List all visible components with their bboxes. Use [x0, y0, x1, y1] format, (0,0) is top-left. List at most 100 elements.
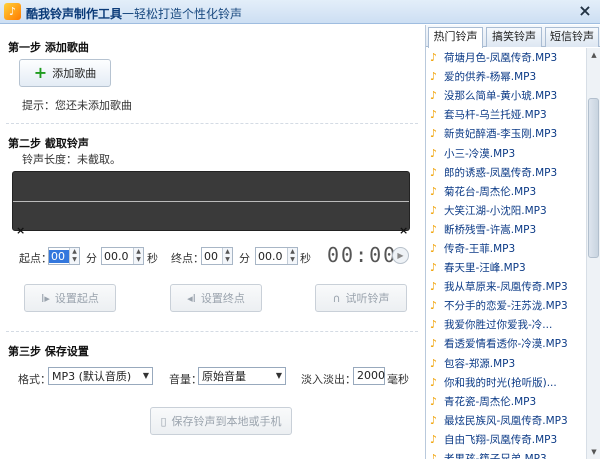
- scroll-thumb[interactable]: [588, 98, 599, 258]
- list-item[interactable]: ♪ 自由飞翔-凤凰传奇.MP3: [426, 430, 586, 449]
- ringtone-name: 郎的诱惑-凤凰传奇.MP3: [444, 166, 558, 179]
- music-note-icon: ♪: [430, 452, 438, 459]
- minute-unit: 分: [239, 252, 250, 265]
- list-item[interactable]: ♪ 我从草原来-凤凰传奇.MP3: [426, 277, 586, 296]
- music-note-icon: ♪: [430, 432, 438, 446]
- list-item[interactable]: ♪ 套马杆-乌兰托娅.MP3: [426, 105, 586, 124]
- end-second-stepper[interactable]: 00.0 ▲ ▼: [255, 247, 298, 265]
- end-minute-stepper[interactable]: 00 ▲ ▼: [201, 247, 233, 265]
- stepper-arrows-icon[interactable]: ▲ ▼: [133, 248, 143, 264]
- fade-unit: 毫秒: [387, 373, 409, 386]
- list-item[interactable]: ♪ 老男孩-筷子兄弟.MP3: [426, 449, 586, 459]
- hint-text: 提示：您还未添加歌曲: [22, 99, 132, 112]
- step1-title: 第一步 添加歌曲: [8, 41, 89, 54]
- plus-icon: +: [33, 63, 48, 82]
- music-note-icon: ♪: [430, 146, 438, 160]
- tab-sms[interactable]: 短信铃声: [545, 27, 599, 47]
- list-item[interactable]: ♪ 小三-冷漠.MP3: [426, 143, 586, 162]
- ringtone-name: 大笑江湖-小沈阳.MP3: [444, 204, 547, 217]
- list-item[interactable]: ♪ 青花瓷-周杰伦.MP3: [426, 392, 586, 411]
- end-second-value[interactable]: 00.0: [256, 250, 287, 263]
- stepper-arrows-icon[interactable]: ▲ ▼: [69, 248, 79, 264]
- list-item[interactable]: ♪ 不分手的恋爱-汪苏泷.MP3: [426, 296, 586, 315]
- list-item[interactable]: ♪ 荷塘月色-凤凰传奇.MP3: [426, 48, 586, 67]
- music-note-icon: ♪: [430, 394, 438, 408]
- ringtone-name: 最炫民族风-凤凰传奇.MP3: [444, 414, 568, 427]
- list-item[interactable]: ♪ 包容-郑源.MP3: [426, 354, 586, 373]
- list-item[interactable]: ♪ 菊花台-周杰伦.MP3: [426, 182, 586, 201]
- end-minute-value[interactable]: 00: [202, 250, 222, 263]
- fade-input[interactable]: 2000: [353, 367, 385, 385]
- list-item[interactable]: ♪ 断桥残雪-许嵩.MP3: [426, 220, 586, 239]
- start-second-stepper[interactable]: 00.0 ▲ ▼: [101, 247, 144, 265]
- ringtone-name: 老男孩-筷子兄弟.MP3: [444, 451, 547, 459]
- end-label: 终点：: [171, 252, 204, 265]
- add-song-button[interactable]: + 添加歌曲: [19, 59, 111, 87]
- second-unit: 秒: [147, 252, 158, 265]
- ringtone-library-panel: 热门铃声 搞笑铃声 短信铃声 ♪ 荷塘月色-凤凰传奇.MP3 ♪ 爱的供养-杨幂.MP…: [425, 25, 600, 459]
- music-note-icon: ♪: [430, 299, 438, 313]
- ringtone-length-label: 铃声长度：未截取。: [22, 153, 121, 166]
- list-item[interactable]: ♪ 春天里-汪峰.MP3: [426, 258, 586, 277]
- preview-button[interactable]: ∩ 试听铃声: [315, 284, 407, 312]
- volume-select[interactable]: 原始音量 ▼: [198, 367, 286, 385]
- ringtone-name: 青花瓷-周杰伦.MP3: [444, 395, 537, 408]
- music-note-icon: ♪: [430, 413, 438, 427]
- music-note-icon: ♪: [430, 127, 438, 141]
- end-marker-icon[interactable]: ×: [399, 224, 408, 237]
- list-item[interactable]: ♪ 你和我的时光(抢听版)...: [426, 373, 586, 392]
- set-start-button[interactable]: I▸ 设置起点: [24, 284, 116, 312]
- start-second-value[interactable]: 00.0: [102, 250, 133, 263]
- ringtone-name: 你和我的时光(抢听版)...: [444, 376, 557, 389]
- phone-icon: ▯: [160, 414, 167, 428]
- set-end-button[interactable]: ◂I 设置终点: [170, 284, 262, 312]
- music-note-icon: ♪: [430, 222, 438, 236]
- volume-value: 原始音量: [202, 370, 246, 383]
- list-item[interactable]: ♪ 我爱你胜过你爱我-冷...: [426, 315, 586, 334]
- format-select[interactable]: MP3 (默认音质) ▼: [48, 367, 153, 385]
- scroll-down-icon[interactable]: ▼: [588, 446, 600, 458]
- scrollbar[interactable]: ▲ ▼: [586, 48, 600, 459]
- music-note-icon: ♪: [430, 356, 438, 370]
- tab-funny[interactable]: 搞笑铃声: [486, 27, 542, 47]
- title-bar: ♪ 酷我铃声制作工具一轻松打造个性化铃声 ×: [0, 0, 600, 24]
- list-item[interactable]: ♪ 爱的供养-杨幂.MP3: [426, 67, 586, 86]
- list-item[interactable]: ♪ 传奇-王菲.MP3: [426, 239, 586, 258]
- list-item[interactable]: ♪ 最炫民族风-凤凰传奇.MP3: [426, 411, 586, 430]
- app-logo-icon: ♪: [4, 3, 21, 20]
- start-minute-stepper[interactable]: 00 ▲ ▼: [48, 247, 80, 265]
- stepper-arrows-icon[interactable]: ▲ ▼: [287, 248, 297, 264]
- divider: [6, 331, 418, 332]
- fade-label: 淡入淡出：: [301, 373, 356, 386]
- waveform-area[interactable]: [12, 171, 410, 231]
- stepper-arrows-icon[interactable]: ▲ ▼: [222, 248, 232, 264]
- start-marker-icon[interactable]: ×: [16, 224, 25, 237]
- music-note-icon: ♪: [430, 70, 438, 84]
- save-ringtone-button[interactable]: ▯ 保存铃声到本地或手机: [150, 407, 292, 435]
- ringtone-name: 套马杆-乌兰托娅.MP3: [444, 109, 547, 122]
- ringtone-name: 菊花台-周杰伦.MP3: [444, 185, 537, 198]
- chevron-down-icon: ▼: [142, 371, 149, 380]
- list-item[interactable]: ♪ 没那么简单-黄小琥.MP3: [426, 86, 586, 105]
- ringtone-name: 荷塘月色-凤凰传奇.MP3: [444, 52, 558, 65]
- start-minute-value[interactable]: 00: [49, 249, 69, 263]
- tab-hot[interactable]: 热门铃声: [428, 27, 483, 48]
- music-note-icon: ♪: [430, 184, 438, 198]
- ringtone-name: 传奇-王菲.MP3: [444, 242, 516, 255]
- waveform-baseline: [13, 201, 409, 202]
- close-icon[interactable]: ×: [576, 2, 594, 20]
- step3-title: 第三步 保存设置: [8, 345, 89, 358]
- scroll-up-icon[interactable]: ▲: [588, 49, 600, 61]
- list-item[interactable]: ♪ 新贵妃醉酒-李玉刚.MP3: [426, 124, 586, 143]
- second-unit: 秒: [300, 252, 311, 265]
- format-label: 格式：: [18, 373, 51, 386]
- list-item[interactable]: ♪ 郎的诱惑-凤凰传奇.MP3: [426, 163, 586, 182]
- list-item[interactable]: ♪ 看透爱情看透你-冷漠.MP3: [426, 334, 586, 353]
- ringtone-name: 新贵妃醉酒-李玉刚.MP3: [444, 128, 558, 141]
- list-item[interactable]: ♪ 大笑江湖-小沈阳.MP3: [426, 201, 586, 220]
- ringtone-name: 自由飞翔-凤凰传奇.MP3: [444, 433, 558, 446]
- play-icon[interactable]: ▶: [392, 247, 409, 264]
- music-note-icon: ♪: [430, 203, 438, 217]
- tab-bar: 热门铃声 搞笑铃声 短信铃声: [426, 25, 600, 48]
- ringtone-name: 小三-冷漠.MP3: [444, 147, 516, 160]
